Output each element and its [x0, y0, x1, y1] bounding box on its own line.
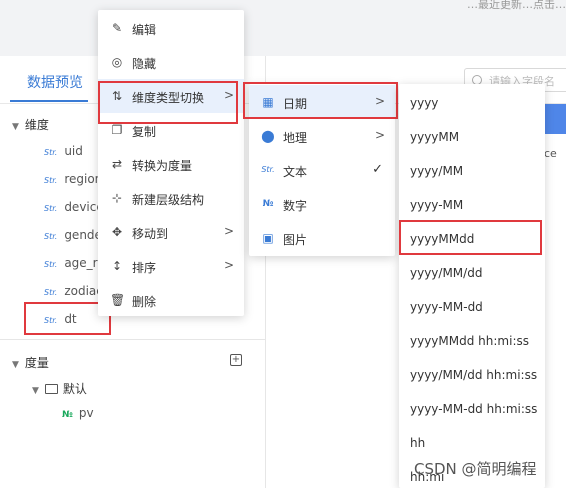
top-hint-text: …最近更新…点击…	[467, 0, 566, 11]
menu-label: 地理	[283, 131, 308, 145]
menu-label: 排序	[132, 261, 157, 275]
string-type-icon: Str.	[44, 232, 58, 241]
measure-section-label: 度量	[24, 356, 49, 370]
string-type-icon: Str.	[44, 288, 58, 297]
chevron-right-icon: >	[374, 128, 385, 142]
format-option[interactable]: yyyy/MM/dd hh:mi:ss	[399, 358, 545, 392]
sort-icon: ↕	[111, 259, 123, 273]
blue-action-button[interactable]	[542, 104, 566, 134]
tab-data-preview[interactable]: 数据预览	[27, 72, 83, 92]
menu-item-geo[interactable]: ⬤ 地理 >	[249, 119, 395, 153]
folder-default[interactable]: ▼ 默认	[32, 380, 87, 397]
menu-item-edit[interactable]: ✎ 编辑	[98, 11, 244, 45]
menu-item-image[interactable]: ▣ 图片	[249, 221, 395, 255]
top-toolbar-area: …最近更新…点击…	[0, 0, 566, 56]
delete-icon: 🗑	[110, 293, 126, 307]
format-label: yyyyMMdd hh:mi:ss	[410, 334, 529, 348]
format-label: yyyy-MM-dd hh:mi:ss	[410, 402, 538, 416]
active-tab-indicator	[10, 100, 88, 102]
image-icon: ▣	[262, 231, 274, 245]
dimension-section-header[interactable]: ▼ 维度	[12, 116, 49, 133]
menu-item-convert-to-measure[interactable]: ⇄ 转换为度量	[98, 147, 244, 181]
menu-label: 移动到	[132, 227, 169, 241]
menu-label: 图片	[283, 233, 308, 247]
checkmark-icon: ✓	[372, 162, 383, 177]
format-option[interactable]: yyyy	[399, 86, 545, 120]
add-folder-icon[interactable]: +	[230, 354, 242, 366]
menu-label: 数字	[283, 199, 308, 213]
format-option[interactable]: yyyy/MM	[399, 154, 545, 188]
field-item-uid[interactable]: Str. uid	[44, 144, 83, 158]
highlight-box-yyyymmdd	[399, 220, 542, 255]
copy-icon: ❐	[111, 123, 123, 137]
convert-icon: ⇄	[111, 157, 123, 171]
format-label: hh	[410, 436, 426, 450]
format-label: yyyy-MM-dd	[410, 300, 483, 314]
caret-down-icon: ▼	[12, 122, 19, 132]
caret-down-icon: ▼	[32, 386, 39, 396]
menu-label: 编辑	[132, 23, 157, 37]
menu-label: 复制	[132, 125, 157, 139]
menu-item-delete[interactable]: 🗑 删除	[98, 283, 244, 317]
caret-down-icon: ▼	[12, 360, 19, 370]
format-label: yyyyMM	[410, 130, 460, 144]
field-item-zodiac[interactable]: Str. zodiac	[44, 284, 103, 298]
string-type-icon: Str.	[44, 148, 58, 157]
string-type-icon: Str.	[44, 204, 58, 213]
dimension-section-label: 维度	[24, 118, 49, 132]
menu-item-new-hierarchy[interactable]: ⊹ 新建层级结构	[98, 181, 244, 215]
chevron-right-icon: >	[223, 258, 234, 272]
highlight-box-date	[243, 82, 398, 119]
format-option[interactable]: yyyy/MM/dd	[399, 256, 545, 290]
field-item-pv[interactable]: № pv	[62, 406, 94, 420]
move-icon: ✥	[111, 225, 123, 239]
text-icon: Str.	[261, 165, 275, 174]
menu-item-sort[interactable]: ↕ 排序 >	[98, 249, 244, 283]
format-option[interactable]: yyyy-MM-dd hh:mi:ss	[399, 392, 545, 426]
format-label: yyyy/MM/dd	[410, 266, 483, 280]
section-divider	[0, 339, 266, 340]
menu-label: 转换为度量	[132, 159, 193, 173]
format-label: yyyy/MM/dd hh:mi:ss	[410, 368, 538, 382]
field-item-device[interactable]: Str. device	[44, 200, 104, 214]
field-name: uid	[64, 144, 83, 158]
menu-label: 新建层级结构	[132, 193, 205, 207]
menu-label: 隐藏	[132, 57, 157, 71]
watermark: CSDN @简明编程	[414, 460, 537, 478]
date-format-submenu: yyyy yyyyMM yyyy/MM yyyy-MM yyyyMMdd yyy…	[399, 84, 545, 488]
format-option[interactable]: yyyyMM	[399, 120, 545, 154]
format-option[interactable]: yyyy-MM-dd	[399, 290, 545, 324]
menu-item-text[interactable]: Str. 文本 ✓	[249, 153, 395, 187]
measure-section-header[interactable]: ▼ 度量	[12, 354, 49, 371]
truncated-text: ce	[544, 147, 557, 160]
format-option[interactable]: yyyy-MM	[399, 188, 545, 222]
format-label: yyyy	[410, 96, 439, 110]
menu-item-move-to[interactable]: ✥ 移动到 >	[98, 215, 244, 249]
field-item-age-range[interactable]: Str. age_ra	[44, 256, 105, 270]
hierarchy-icon: ⊹	[111, 191, 123, 205]
field-context-menu: ✎ 编辑 ◎ 隐藏 ⇅ 维度类型切换 > ❐ 复制 ⇄ 转换为度量 ⊹ 新建层级结构 ✥ 移动到…	[98, 10, 244, 316]
number-type-icon: №	[62, 410, 73, 420]
format-option[interactable]: hh	[399, 426, 545, 460]
menu-label: 删除	[132, 295, 157, 309]
field-name: region	[64, 172, 103, 186]
format-label: yyyy-MM	[410, 198, 464, 212]
field-item-region[interactable]: Str. region	[44, 172, 102, 186]
menu-item-hide[interactable]: ◎ 隐藏	[98, 45, 244, 79]
folder-icon	[44, 384, 58, 394]
edit-icon: ✎	[111, 21, 123, 35]
format-label: yyyy/MM	[410, 164, 464, 178]
highlight-box-switch-type	[98, 81, 238, 124]
number-icon: №	[262, 199, 274, 209]
location-icon: ⬤	[261, 129, 275, 143]
chevron-right-icon: >	[223, 224, 234, 238]
string-type-icon: Str.	[44, 176, 58, 185]
field-name: pv	[78, 406, 94, 420]
menu-item-number[interactable]: № 数字	[249, 187, 395, 221]
menu-label: 文本	[283, 165, 308, 179]
eye-hide-icon: ◎	[111, 55, 123, 69]
string-type-icon: Str.	[44, 260, 58, 269]
format-option[interactable]: yyyyMMdd hh:mi:ss	[399, 324, 545, 358]
folder-label: 默认	[62, 382, 87, 396]
